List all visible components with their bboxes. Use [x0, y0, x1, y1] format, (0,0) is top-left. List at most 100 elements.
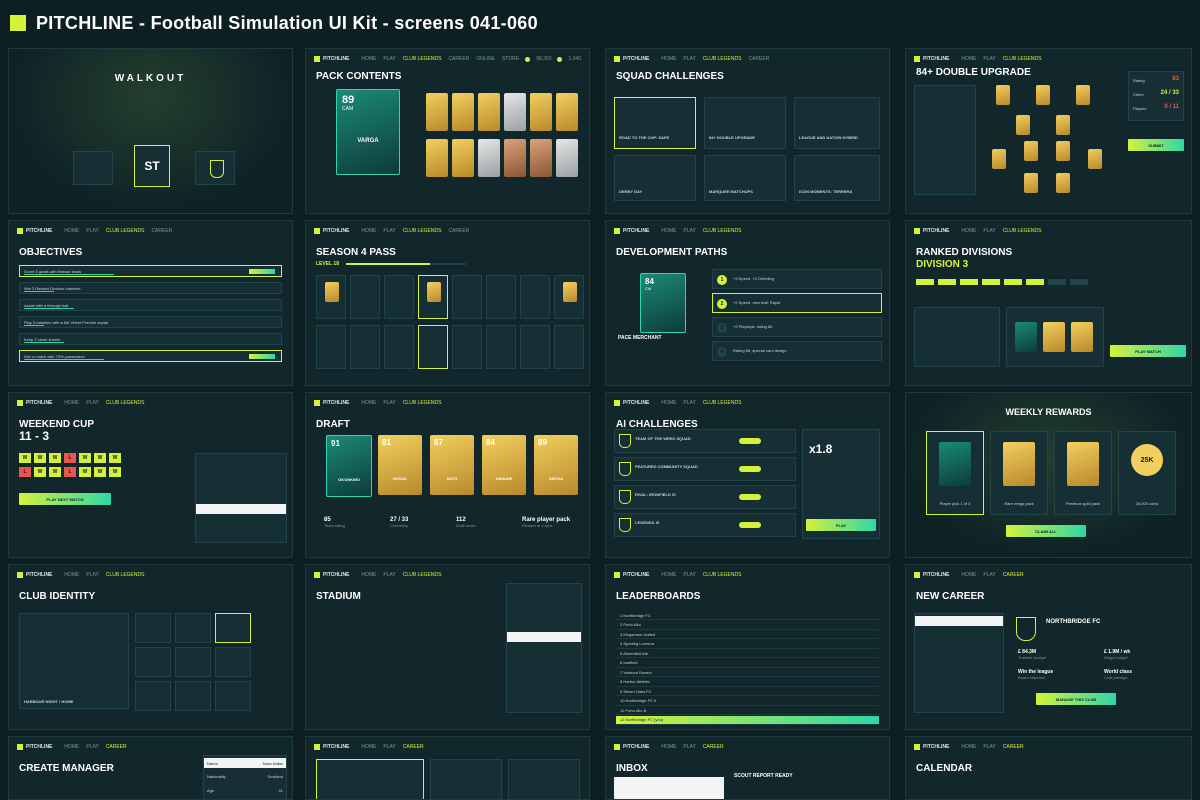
pass-tier-cell[interactable]	[520, 275, 550, 319]
draft-card[interactable]: 84 HAIDARI	[482, 435, 526, 495]
pass-tier-cell[interactable]	[418, 275, 448, 319]
kit-option[interactable]	[215, 647, 251, 677]
kit-option[interactable]	[175, 681, 211, 711]
pass-tier-cell[interactable]	[384, 275, 414, 319]
pack-card[interactable]	[530, 93, 552, 131]
kit-option[interactable]	[135, 647, 171, 677]
screen-club-identity[interactable]: PITCHLINE HOME PLAY CLUB LEGENDS CLUB IDENT…	[8, 564, 293, 730]
objective-row[interactable]: Win 3 Ranked Division matches	[19, 282, 282, 294]
squad-slot-card[interactable]	[1056, 115, 1070, 135]
pass-tier-cell[interactable]	[486, 275, 516, 319]
leaderboard-row[interactable]: 7 Velmont Rovers	[616, 668, 879, 677]
pack-card[interactable]	[504, 139, 526, 177]
squad-slot-card[interactable]	[1056, 173, 1070, 193]
draft-card[interactable]: 81 NOVAK	[378, 435, 422, 495]
squad-slot-card[interactable]	[1016, 115, 1030, 135]
squad-slot-card[interactable]	[996, 85, 1010, 105]
kit-option[interactable]	[215, 681, 251, 711]
manager-form[interactable]: Name Nora Kallar Nationality Scotland Age 4…	[203, 755, 287, 799]
inbox-selected-message[interactable]	[614, 777, 724, 799]
ai-challenge-row[interactable]: RIVAL: IRONFIELD XI	[614, 485, 796, 509]
objective-row[interactable]: Play 3 matches with a full Velvet Premie…	[19, 316, 282, 328]
screen-development-paths[interactable]: PITCHLINE HOME PLAY CLUB LEGENDS DEVELOPMEN…	[605, 220, 890, 386]
draft-card[interactable]: 91 OKONKWO	[326, 435, 372, 497]
leaderboard-row[interactable]: 5 Ahnenfeld Ath.	[616, 649, 879, 658]
pass-tier-cell[interactable]	[452, 275, 482, 319]
screen-inbox[interactable]: PITCHLINE HOME PLAY CAREER INBOX SCOUT REPO…	[605, 736, 890, 800]
difficulty-pill[interactable]	[739, 494, 761, 500]
manage-club-button[interactable]: MANAGE THIS CLUB	[1036, 693, 1116, 705]
leaderboard-row[interactable]: 2 Porto Alto	[616, 621, 879, 630]
claim-button[interactable]	[249, 354, 275, 359]
leaderboard-row[interactable]: 9 Seven Oaks FC	[616, 687, 879, 696]
squad-slot-card[interactable]	[1024, 173, 1038, 193]
pass-tier-cell[interactable]	[384, 325, 414, 369]
play-next-match-button[interactable]: PLAY NEXT MATCH	[19, 493, 111, 505]
reward-3[interactable]: 25K 25,000 coins	[1118, 431, 1176, 515]
squad-item-4[interactable]: MARQUEE MATCHUPS	[704, 155, 786, 201]
pack-card[interactable]	[452, 139, 474, 177]
reward-2[interactable]: Premium gold pack	[1054, 431, 1112, 515]
leaderboard-row[interactable]: 1 Northbridge FC	[616, 611, 879, 620]
screen-season-pass[interactable]: PITCHLINE HOME PLAY CLUB LEGENDS CAREER SEAS…	[305, 220, 590, 386]
screen-squad-challenges[interactable]: PITCHLINE HOME PLAY CLUB LEGENDS CAREER SQUA…	[605, 48, 890, 214]
squad-item-3[interactable]: DERBY DAY	[614, 155, 696, 201]
screen-double-upgrade[interactable]: PITCHLINE HOME PLAY CLUB LEGENDS 84+ DOUBLE…	[905, 48, 1192, 214]
pack-featured-card[interactable]: 89 CAM VARGA	[336, 89, 400, 175]
kit-option[interactable]	[175, 613, 211, 643]
screen-objectives[interactable]: PITCHLINE HOME PLAY CLUB LEGENDS CAREER OBJE…	[8, 220, 293, 386]
kit-option[interactable]	[175, 647, 211, 677]
claim-button[interactable]	[249, 269, 275, 274]
difficulty-pill[interactable]	[739, 466, 761, 472]
leaderboard-row[interactable]: 10 Northbridge FC II	[616, 697, 879, 706]
screen-draft[interactable]: PITCHLINE HOME PLAY CLUB LEGENDS DRAFT 91 OK…	[305, 392, 590, 558]
squad-slot-card[interactable]	[992, 149, 1006, 169]
screen-weekend-cup[interactable]: PITCHLINE HOME PLAY CLUB LEGENDS WEEKEND CU…	[8, 392, 293, 558]
screen-ai-challenges[interactable]: PITCHLINE HOME PLAY CLUB LEGENDS AI CHALLEN…	[605, 392, 890, 558]
ai-play-button[interactable]: PLAY	[806, 519, 876, 531]
pass-tier-cell[interactable]	[418, 325, 448, 369]
screen-weekly-rewards[interactable]: WEEKLY REWARDS Player pick 1 of 3 Rare m…	[905, 392, 1192, 558]
kit-option[interactable]	[135, 681, 171, 711]
pass-tier-cell[interactable]	[316, 325, 346, 369]
objective-row[interactable]: Assist with a through ball	[19, 299, 282, 311]
dev-step[interactable]: 1 +3 Speed, +2 Dribbling	[712, 269, 882, 289]
squad-slot-card[interactable]	[1024, 141, 1038, 161]
kit-option[interactable]	[215, 613, 251, 643]
pack-card[interactable]	[556, 93, 578, 131]
pack-card[interactable]	[478, 93, 500, 131]
screen-create-manager[interactable]: PITCHLINE HOME PLAY CAREER CREATE MANAGER N…	[8, 736, 293, 800]
leaderboard-row[interactable]: 11 Porto Alto B	[616, 706, 879, 715]
pass-tier-cell[interactable]	[554, 275, 584, 319]
draft-card[interactable]: 87 SATO	[430, 435, 474, 495]
reward-0[interactable]: Player pick 1 of 3	[926, 431, 984, 515]
squad-item-5[interactable]: ICON MOMENTS: TERRERA	[794, 155, 880, 201]
squad-slot-card[interactable]	[1036, 85, 1050, 105]
squad-item-1[interactable]: 84+ DOUBLE UPGRADE	[704, 97, 786, 149]
screen-squad-builder[interactable]: PITCHLINE HOME PLAY CAREER	[305, 736, 590, 800]
ai-challenge-row[interactable]: FEATURED COMMUNITY SQUAD	[614, 457, 796, 481]
pack-card[interactable]	[504, 93, 526, 131]
play-match-button[interactable]: PLAY MATCH	[1110, 345, 1186, 357]
screen-leaderboards[interactable]: PITCHLINE HOME PLAY CLUB LEGENDS LEADERBOAR…	[605, 564, 890, 730]
dev-step[interactable]: 3 +2 Playstyle, rating 86	[712, 317, 882, 337]
pack-card[interactable]	[478, 139, 500, 177]
pass-tier-cell[interactable]	[554, 325, 584, 369]
screen-ranked-divisions[interactable]: PITCHLINE HOME PLAY CLUB LEGENDS RANKED DIV…	[905, 220, 1192, 386]
leaderboard-row[interactable]: 4 Sporting Lucerna	[616, 640, 879, 649]
ai-challenge-row[interactable]: LEGENDS XI	[614, 513, 796, 537]
squad-item-2[interactable]: LEAGUE AND NATION HYBRID	[794, 97, 880, 149]
pack-card[interactable]	[426, 93, 448, 131]
screen-walkout[interactable]: WALKOUT ST	[8, 48, 293, 214]
pack-card[interactable]	[556, 139, 578, 177]
squad-slot-card[interactable]	[1076, 85, 1090, 105]
pack-card[interactable]	[426, 139, 448, 177]
pass-tier-cell[interactable]	[350, 275, 380, 319]
screen-calendar[interactable]: PITCHLINE HOME PLAY CAREER CALENDAR	[905, 736, 1192, 800]
objective-row[interactable]: Win a match with 70% possession	[19, 350, 282, 362]
leaderboard-row[interactable]: 8 Harbor Athletic	[616, 678, 879, 687]
kit-option[interactable]	[135, 613, 171, 643]
screen-stadium[interactable]: PITCHLINE HOME PLAY CLUB LEGENDS STADIUM	[305, 564, 590, 730]
pass-tier-cell[interactable]	[350, 325, 380, 369]
submit-button[interactable]: SUBMIT	[1128, 139, 1184, 151]
